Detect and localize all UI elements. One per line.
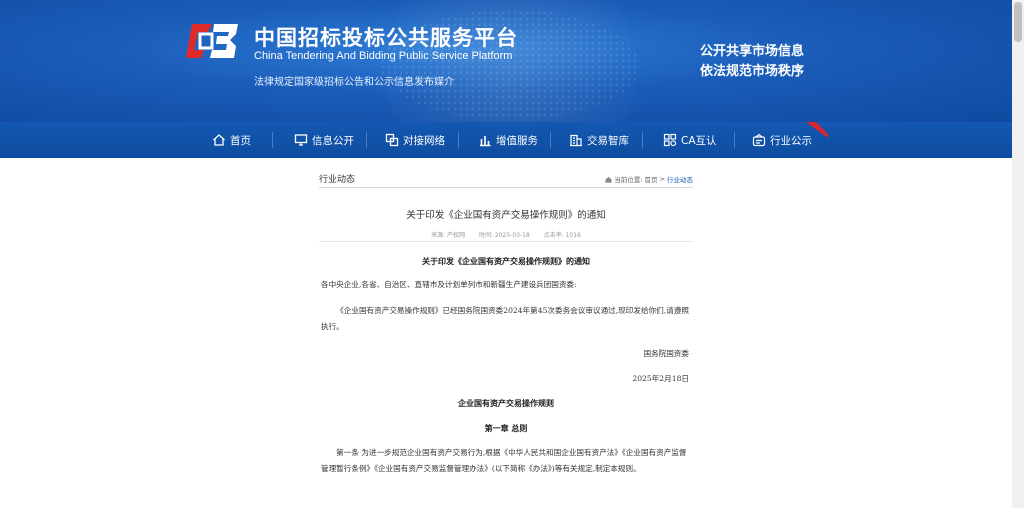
article-heading: 关于印发《企业国有资产交易操作规则》的通知: [422, 257, 590, 266]
section-title: 行业动态: [319, 175, 356, 185]
nav-item-value-added[interactable]: 增值服务: [478, 122, 538, 158]
slogan-line-1: 公开共享市场信息: [700, 44, 805, 59]
meta-clicks: 点击率: 1016: [543, 232, 581, 239]
nav-label: 信息公开: [312, 134, 354, 147]
nav-item-think-tank[interactable]: 交易智库: [569, 122, 629, 158]
breadcrumb: 当前位置: 首页 > 行业动态: [605, 174, 693, 184]
nav-divider: [734, 132, 735, 148]
slogan-line-2: 依法规范市场秩序: [700, 64, 805, 79]
nav-divider: [272, 132, 273, 148]
monitor-icon: [294, 134, 308, 146]
nav-divider: [366, 132, 367, 148]
cbi-logo-icon[interactable]: [186, 20, 242, 62]
article-addressee: 各中央企业,各省、自治区、直辖市及计划单列市和新疆生产建设兵团国资委:: [321, 280, 577, 289]
nav-item-ca-mutual[interactable]: CA互认: [663, 122, 717, 158]
home-icon: [605, 176, 612, 183]
home-icon: [213, 134, 225, 146]
corner-ribbon-icon: [806, 122, 828, 138]
article-signature: 国务院国资委: [643, 349, 689, 358]
nav-label: 首页: [230, 134, 251, 147]
site-subtitle: 法律规定国家级招标公告和公示信息发布媒介: [254, 77, 454, 88]
site-title-english: China Tendering And Bidding Public Servi…: [254, 50, 513, 62]
building-icon: [570, 134, 582, 147]
breadcrumb-current[interactable]: 行业动态: [667, 174, 693, 184]
nav-divider: [642, 132, 643, 148]
article-clause: 第一条 为进一步规范企业国有资产交易行为,根据《中华人民共和国企业国有资产法》《…: [321, 448, 687, 473]
section-header: 行业动态 当前位置: 首页 > 行业动态: [319, 170, 693, 188]
header-banner: 中国招标投标公共服务平台 China Tendering And Bidding…: [0, 0, 1012, 122]
nav-item-industry-notice[interactable]: 行业公示: [752, 122, 812, 158]
meta-source: 来源: 产权网: [431, 232, 466, 239]
network-icon: [385, 133, 399, 147]
main-nav: 首页 信息公开 对接网络 增值服务 交易智库 CA互认 行业公示: [0, 122, 1012, 158]
nav-divider: [458, 132, 459, 148]
article-paragraph: 《企业国有资产交易操作规则》已经国务院国资委2024年第45次委务会议审议通过,…: [321, 306, 689, 331]
page-scrollbar[interactable]: [1012, 0, 1024, 508]
chart-icon: [480, 136, 491, 147]
meta-time: 时间: 2025-03-18: [478, 232, 530, 239]
nav-label: 对接网络: [403, 134, 445, 147]
article-date: 2025年2月18日: [632, 374, 689, 383]
site-title: 中国招标投标公共服务平台: [254, 26, 518, 50]
nav-label: CA互认: [681, 134, 717, 147]
nav-item-network[interactable]: 对接网络: [385, 122, 445, 158]
nav-label: 增值服务: [496, 134, 538, 147]
breadcrumb-prefix: 当前位置:: [614, 176, 643, 184]
article-title: 关于印发《企业国有资产交易操作规则》的通知: [406, 210, 606, 221]
article-meta: 来源: 产权网 时间: 2025-03-18 点击率: 1016: [319, 230, 693, 239]
scrollbar-thumb[interactable]: [1014, 2, 1022, 42]
nav-label: 交易智库: [587, 134, 629, 147]
nav-item-info-disclosure[interactable]: 信息公开: [294, 122, 354, 158]
grid-icon: [663, 133, 677, 147]
chapter-heading: 第一章 总则: [484, 424, 528, 433]
nav-divider: [550, 132, 551, 148]
bulletin-icon: [752, 133, 766, 147]
divider: [319, 241, 693, 242]
breadcrumb-separator: >: [659, 175, 665, 183]
rules-title: 企业国有资产交易操作规则: [458, 399, 554, 408]
nav-item-home[interactable]: 首页: [212, 122, 251, 158]
breadcrumb-home[interactable]: 首页: [645, 174, 658, 184]
